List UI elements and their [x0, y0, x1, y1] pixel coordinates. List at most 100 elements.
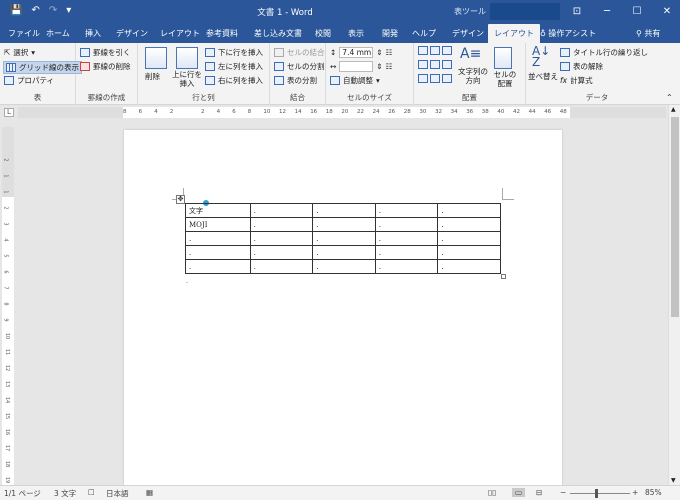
- insert-below-button[interactable]: 下に行を挿入: [205, 47, 263, 58]
- tab-table-layout[interactable]: レイアウト: [488, 24, 540, 43]
- merge-cells-button[interactable]: セルの結合: [274, 47, 325, 58]
- table-cell[interactable]: .: [185, 259, 251, 274]
- sort-button[interactable]: 並べ替え: [528, 71, 558, 82]
- table-cell[interactable]: .: [249, 203, 314, 218]
- distribute-columns-icon[interactable]: ☷: [386, 62, 393, 71]
- scrollbar-thumb[interactable]: [671, 117, 679, 317]
- align-top-center-icon[interactable]: [430, 46, 440, 55]
- undo-icon[interactable]: ↶: [31, 4, 39, 18]
- vertical-ruler[interactable]: 211234567891011121314151617181920: [2, 127, 14, 485]
- insert-left-button[interactable]: 左に列を挿入: [205, 61, 263, 72]
- save-icon[interactable]: 💾: [10, 4, 22, 18]
- align-buttons-row2[interactable]: [418, 60, 452, 69]
- collapse-ribbon-icon[interactable]: ⌃: [666, 93, 673, 102]
- align-middle-right-icon[interactable]: [442, 60, 452, 69]
- tab-home[interactable]: ホーム: [46, 24, 70, 43]
- table-cell[interactable]: .: [249, 259, 314, 274]
- eraser-button[interactable]: 罫線の削除: [80, 61, 131, 72]
- delete-button[interactable]: 削除: [145, 71, 160, 82]
- share-button[interactable]: ⚲ 共有: [636, 24, 660, 43]
- user-account-box[interactable]: [490, 3, 560, 20]
- autofit-button[interactable]: 自動調整 ▾: [330, 75, 380, 86]
- minimize-button[interactable]: ─: [592, 0, 622, 24]
- table-cell[interactable]: MOJI: [185, 217, 251, 232]
- table-cell[interactable]: .: [312, 203, 376, 218]
- language-indicator[interactable]: 日本語: [106, 488, 129, 499]
- tab-file[interactable]: ファイル: [8, 24, 40, 43]
- table-cell[interactable]: .: [185, 231, 251, 246]
- read-mode-icon[interactable]: ▯▯: [488, 488, 496, 497]
- tab-developer[interactable]: 開発: [382, 24, 398, 43]
- scroll-up-icon[interactable]: ▲: [671, 106, 676, 113]
- split-cells-button[interactable]: セルの分割: [274, 61, 325, 72]
- column-width-field[interactable]: ↔ ⇕ ☷: [330, 61, 392, 72]
- table-cell[interactable]: .: [312, 259, 376, 274]
- align-bottom-center-icon[interactable]: [430, 74, 440, 83]
- table-cell[interactable]: .: [437, 231, 501, 246]
- print-layout-icon[interactable]: ▭: [512, 488, 526, 497]
- tab-references[interactable]: 参考資料: [206, 24, 238, 43]
- zoom-in-button[interactable]: +: [632, 488, 638, 497]
- sort-icon[interactable]: A↓ Z: [532, 45, 550, 68]
- tab-stop-selector[interactable]: L: [4, 108, 14, 117]
- table-cell[interactable]: .: [249, 231, 314, 246]
- draw-table-button[interactable]: 罫線を引く: [80, 47, 131, 58]
- table-cell[interactable]: .: [437, 245, 501, 260]
- word-count[interactable]: 3 文字: [54, 488, 76, 499]
- align-buttons-row1[interactable]: [418, 46, 452, 55]
- text-direction-button[interactable]: 文字列の方向: [458, 67, 488, 85]
- tab-help[interactable]: ヘルプ: [412, 24, 436, 43]
- table-cell[interactable]: .: [374, 217, 439, 232]
- scroll-down-icon[interactable]: ▼: [671, 477, 676, 484]
- view-gridlines-button[interactable]: グリッド線の表示: [3, 61, 82, 74]
- zoom-slider-track[interactable]: [570, 493, 630, 494]
- repeat-header-button[interactable]: タイトル行の繰り返し: [560, 47, 648, 58]
- split-table-button[interactable]: 表の分割: [274, 75, 317, 86]
- customize-qat-icon[interactable]: ▾: [66, 4, 71, 18]
- web-layout-icon[interactable]: ⊟: [536, 488, 542, 497]
- table-cell[interactable]: .: [185, 245, 251, 260]
- tab-view[interactable]: 表示: [348, 24, 364, 43]
- convert-to-text-button[interactable]: 表の解除: [560, 61, 603, 72]
- table-cell[interactable]: .: [249, 245, 314, 260]
- table-resize-handle[interactable]: [501, 274, 506, 279]
- tab-review[interactable]: 校閲: [315, 24, 331, 43]
- formula-button[interactable]: fx 計算式: [560, 75, 593, 86]
- horizontal-ruler[interactable]: 8 6 4 2 2 4 6 8 10 12 14 16 18 20 22 24 26 28 30 32 34 36 38 40…: [18, 107, 666, 118]
- table-move-handle[interactable]: ✥: [176, 195, 185, 204]
- table-cell[interactable]: 文字: [185, 203, 251, 218]
- insert-above-icon[interactable]: [176, 47, 198, 69]
- align-bottom-right-icon[interactable]: [442, 74, 452, 83]
- tab-design[interactable]: デザイン: [116, 24, 148, 43]
- zoom-out-button[interactable]: −: [560, 488, 566, 497]
- zoom-slider-thumb[interactable]: [595, 489, 598, 498]
- align-bottom-left-icon[interactable]: [418, 74, 428, 83]
- tab-table-design[interactable]: デザイン: [452, 24, 484, 43]
- proofing-icon[interactable]: ☐: [88, 488, 95, 497]
- table-cell[interactable]: .: [437, 217, 501, 232]
- align-buttons-row3[interactable]: [418, 74, 452, 83]
- cell-margins-icon[interactable]: [494, 47, 512, 69]
- document-page[interactable]: ✥ 文字.... MOJI................... .: [124, 130, 562, 485]
- close-button[interactable]: ✕: [652, 0, 680, 24]
- align-top-left-icon[interactable]: [418, 46, 428, 55]
- table-cell[interactable]: .: [312, 245, 376, 260]
- table-cell[interactable]: .: [374, 245, 439, 260]
- align-middle-center-icon[interactable]: [430, 60, 440, 69]
- redo-icon[interactable]: ↷: [49, 4, 57, 18]
- insert-above-button[interactable]: 上に行を挿入: [172, 70, 202, 88]
- table-cell[interactable]: .: [312, 217, 376, 232]
- table-cell[interactable]: .: [249, 217, 314, 232]
- table-cell[interactable]: .: [374, 231, 439, 246]
- page-count[interactable]: 1/1 ページ: [4, 488, 41, 499]
- text-direction-icon[interactable]: A≡: [460, 46, 481, 62]
- zoom-level[interactable]: 85%: [645, 488, 662, 497]
- ribbon-display-options-icon[interactable]: ⊡: [562, 0, 592, 24]
- cell-margins-button[interactable]: セルの配置: [492, 70, 518, 88]
- table-cell[interactable]: .: [437, 203, 501, 218]
- select-button[interactable]: ⇱ 選択 ▾: [4, 47, 35, 58]
- insert-right-button[interactable]: 右に列を挿入: [205, 75, 263, 86]
- tab-layout[interactable]: レイアウト: [160, 24, 200, 43]
- align-top-right-icon[interactable]: [442, 46, 452, 55]
- tell-me-search[interactable]: ♁ 操作アシスト: [540, 24, 596, 43]
